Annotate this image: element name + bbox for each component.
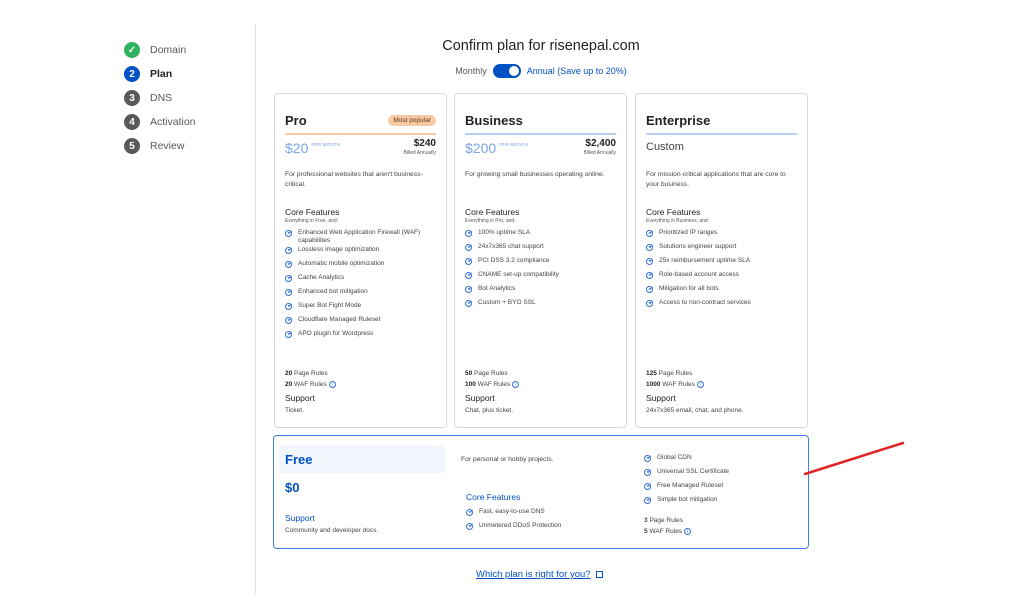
red-annotation-line <box>803 441 905 476</box>
annotation-stroke <box>803 441 905 476</box>
